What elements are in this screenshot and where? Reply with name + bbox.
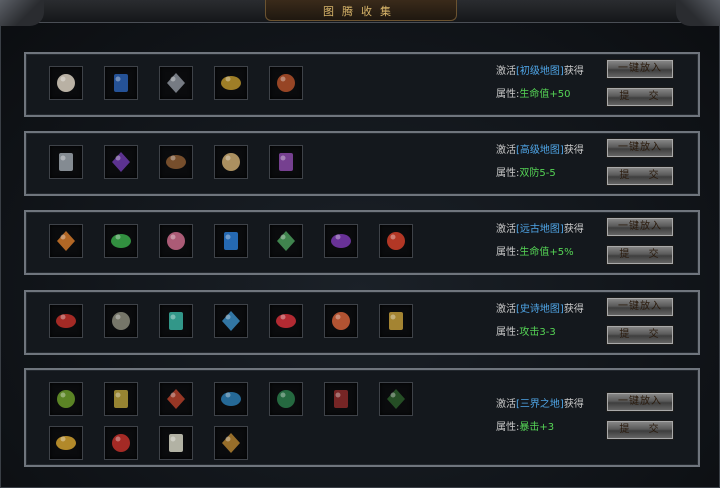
activate-prefix: 激活: [496, 224, 516, 235]
activation-condition: 激活[史诗地图]获得: [496, 300, 584, 315]
map-name: [三界之地]: [516, 399, 564, 410]
totem-slot[interactable]: [269, 145, 303, 179]
activate-suffix: 获得: [563, 399, 584, 410]
totem-panel: 激活[史诗地图]获得 属性:攻击3-3 一键放入提 交: [24, 290, 700, 355]
activate-suffix: 获得: [563, 145, 584, 156]
attribute-prefix: 属性:: [496, 422, 520, 433]
activation-condition: 激活[初级地图]获得: [496, 62, 584, 77]
totem-slot[interactable]: [104, 382, 138, 416]
totem-slot[interactable]: [269, 66, 303, 100]
totem-slot[interactable]: [269, 304, 303, 338]
left-corner-ornament: [0, 0, 44, 26]
totem-slot[interactable]: [269, 224, 303, 258]
submit-button[interactable]: 提 交: [606, 420, 674, 440]
map-name: [初级地图]: [516, 66, 564, 77]
totem-slot[interactable]: [324, 224, 358, 258]
attribute-value: 生命值+5%: [519, 247, 574, 258]
activate-suffix: 获得: [563, 66, 584, 77]
one-key-put-button[interactable]: 一键放入: [606, 297, 674, 317]
totem-slot[interactable]: [159, 426, 193, 460]
attribute-prefix: 属性:: [496, 247, 520, 258]
window-title: 图腾收集: [323, 5, 399, 18]
totem-slot[interactable]: [379, 382, 413, 416]
totem-slot[interactable]: [214, 382, 248, 416]
activate-suffix: 获得: [563, 224, 584, 235]
totem-slot[interactable]: [49, 66, 83, 100]
attribute-bonus: 属性:双防5-5: [496, 164, 556, 179]
attribute-bonus: 属性:生命值+5%: [496, 243, 574, 258]
activation-condition: 激活[高级地图]获得: [496, 141, 584, 156]
totem-slot[interactable]: [214, 66, 248, 100]
totem-slot[interactable]: [104, 426, 138, 460]
attribute-value: 攻击3-3: [519, 327, 556, 338]
totem-slot[interactable]: [324, 304, 358, 338]
right-corner-ornament: [676, 0, 720, 26]
submit-button[interactable]: 提 交: [606, 325, 674, 345]
attribute-prefix: 属性:: [496, 168, 520, 179]
one-key-put-button[interactable]: 一键放入: [606, 392, 674, 412]
attribute-value: 暴击+3: [519, 422, 555, 433]
map-name: [史诗地图]: [516, 304, 564, 315]
totem-slot[interactable]: [269, 382, 303, 416]
one-key-put-button[interactable]: 一键放入: [606, 138, 674, 158]
totem-slot[interactable]: [159, 66, 193, 100]
submit-button[interactable]: 提 交: [606, 87, 674, 107]
one-key-put-button[interactable]: 一键放入: [606, 217, 674, 237]
map-name: [远古地图]: [516, 224, 564, 235]
activate-prefix: 激活: [496, 145, 516, 156]
attribute-prefix: 属性:: [496, 327, 520, 338]
totem-panel: 激活[初级地图]获得 属性:生命值+50 一键放入提 交: [24, 52, 700, 117]
totem-slot[interactable]: [104, 145, 138, 179]
totem-slot[interactable]: [49, 145, 83, 179]
totem-panel: 激活[三界之地]获得 属性:暴击+3 一键放入提 交: [24, 368, 700, 467]
totem-slot[interactable]: [49, 382, 83, 416]
totem-slot[interactable]: [104, 304, 138, 338]
attribute-bonus: 属性:攻击3-3: [496, 323, 556, 338]
activate-prefix: 激活: [496, 66, 516, 77]
totem-slot[interactable]: [104, 66, 138, 100]
totem-slot[interactable]: [214, 224, 248, 258]
attribute-bonus: 属性:生命值+50: [496, 85, 570, 100]
totem-panel: 激活[高级地图]获得 属性:双防5-5 一键放入提 交: [24, 131, 700, 196]
totem-slot[interactable]: [159, 145, 193, 179]
submit-button[interactable]: 提 交: [606, 166, 674, 186]
totem-slot[interactable]: [379, 304, 413, 338]
activation-condition: 激活[远古地图]获得: [496, 220, 584, 235]
totem-slot[interactable]: [49, 304, 83, 338]
submit-button[interactable]: 提 交: [606, 245, 674, 265]
totem-slot[interactable]: [159, 382, 193, 416]
totem-panel: 激活[远古地图]获得 属性:生命值+5% 一键放入提 交: [24, 210, 700, 275]
totem-slot[interactable]: [49, 426, 83, 460]
totem-slot[interactable]: [104, 224, 138, 258]
one-key-put-button[interactable]: 一键放入: [606, 59, 674, 79]
activate-prefix: 激活: [496, 399, 516, 410]
totem-slot[interactable]: [214, 426, 248, 460]
totem-slot[interactable]: [214, 145, 248, 179]
totem-slot[interactable]: [214, 304, 248, 338]
totem-slot[interactable]: [324, 382, 358, 416]
title-bar: 图腾收集: [0, 0, 720, 26]
attribute-bonus: 属性:暴击+3: [496, 418, 554, 433]
totem-slot[interactable]: [49, 224, 83, 258]
map-name: [高级地图]: [516, 145, 564, 156]
attribute-value: 双防5-5: [519, 168, 556, 179]
title-plate: 图腾收集: [265, 0, 457, 21]
attribute-prefix: 属性:: [496, 89, 520, 100]
activation-condition: 激活[三界之地]获得: [496, 395, 584, 410]
attribute-value: 生命值+50: [519, 89, 571, 100]
totem-slot[interactable]: [379, 224, 413, 258]
activate-prefix: 激活: [496, 304, 516, 315]
totem-slot[interactable]: [159, 224, 193, 258]
totem-slot[interactable]: [159, 304, 193, 338]
activate-suffix: 获得: [563, 304, 584, 315]
